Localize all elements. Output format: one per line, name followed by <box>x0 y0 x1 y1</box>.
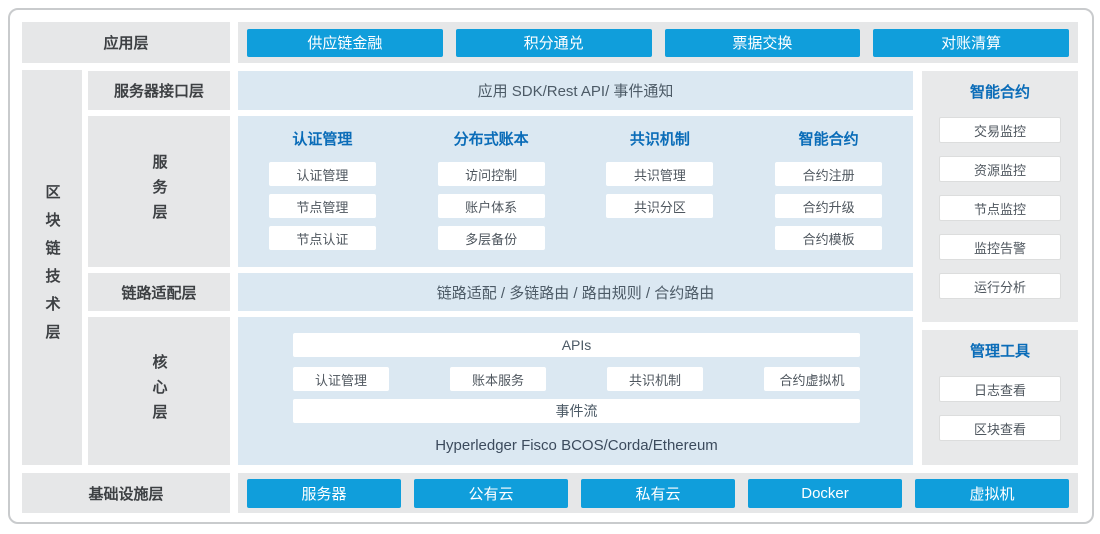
server-interface-layer-label: 服务器接口层 <box>88 71 230 110</box>
app-layer-button: 积分通兑 <box>456 29 652 57</box>
diagram-card: 应用层 供应链金融 积分通兑 票据交换 对账清算 区块链技术层 服务器接口层 服… <box>8 8 1094 524</box>
service-column-header: 智能合约 <box>799 130 859 150</box>
service-column: 智能合约 合约注册 合约升级 合约模板 <box>744 130 913 267</box>
infrastructure-button: 服务器 <box>247 479 401 508</box>
app-layer-button: 对账清算 <box>873 29 1069 57</box>
event-stream-bar: 事件流 <box>293 399 860 423</box>
service-layer-text: 服务层 <box>149 154 170 229</box>
core-module: 合约虚拟机 <box>764 367 860 391</box>
blockchain-architecture-diagram: 应用层 供应链金融 积分通兑 票据交换 对账清算 区块链技术层 服务器接口层 服… <box>0 0 1100 534</box>
platforms-text: Hyperledger Fisco BCOS/Corda/Ethereum <box>293 437 860 454</box>
sdk-api-band: 应用 SDK/Rest API/ 事件通知 <box>238 71 913 110</box>
service-layer-band: 认证管理 认证管理 节点管理 节点认证 分布式账本 <box>238 116 913 267</box>
smart-contract-panel-items: 交易监控 资源监控 节点监控 监控告警 运行分析 <box>939 117 1061 299</box>
service-item: 多层备份 <box>438 226 545 250</box>
service-column-items: 共识管理 共识分区 <box>606 162 713 218</box>
service-column-header: 共识机制 <box>630 130 690 150</box>
blockchain-tech-layer-label: 区块链技术层 <box>22 70 82 465</box>
core-layer-band: APIs 认证管理 账本服务 共识机制 合约虚拟机 事件流 Hyperledge… <box>238 317 913 465</box>
infrastructure-button: 公有云 <box>414 479 568 508</box>
link-adapter-band: 链路适配 / 多链路由 / 路由规则 / 合约路由 <box>238 273 913 311</box>
core-layer-label: 核心层 <box>88 317 230 465</box>
service-item: 合约注册 <box>775 162 882 186</box>
panel-item: 交易监控 <box>939 117 1061 143</box>
service-item: 认证管理 <box>269 162 376 186</box>
management-tools-panel-header: 管理工具 <box>970 342 1030 362</box>
management-tools-panel-items: 日志查看 区块查看 <box>939 376 1061 441</box>
service-item: 访问控制 <box>438 162 545 186</box>
core-layer-text: 核心层 <box>149 354 170 429</box>
infrastructure-layer-band: 服务器 公有云 私有云 Docker 虚拟机 <box>238 473 1078 513</box>
infrastructure-button: Docker <box>748 479 902 508</box>
management-tools-panel: 管理工具 日志查看 区块查看 <box>922 330 1078 465</box>
panel-item: 监控告警 <box>939 234 1061 260</box>
app-layer-band: 供应链金融 积分通兑 票据交换 对账清算 <box>238 22 1078 63</box>
service-item: 合约升级 <box>775 194 882 218</box>
service-item: 共识管理 <box>606 162 713 186</box>
infrastructure-layer-label: 基础设施层 <box>22 473 230 513</box>
core-modules-row: 认证管理 账本服务 共识机制 合约虚拟机 <box>293 367 860 391</box>
service-item: 节点认证 <box>269 226 376 250</box>
service-column-header: 认证管理 <box>292 130 352 150</box>
core-module: 认证管理 <box>293 367 389 391</box>
app-layer-button: 供应链金融 <box>247 29 443 57</box>
link-adapter-layer-label: 链路适配层 <box>88 273 230 311</box>
service-column: 共识机制 共识管理 共识分区 <box>576 130 745 267</box>
panel-item: 资源监控 <box>939 156 1061 182</box>
service-item: 账户体系 <box>438 194 545 218</box>
blockchain-tech-layer-text: 区块链技术层 <box>42 184 63 352</box>
service-column: 认证管理 认证管理 节点管理 节点认证 <box>238 130 407 267</box>
core-module: 共识机制 <box>607 367 703 391</box>
smart-contract-panel: 智能合约 交易监控 资源监控 节点监控 监控告警 运行分析 <box>922 71 1078 322</box>
service-item: 共识分区 <box>606 194 713 218</box>
smart-contract-panel-header: 智能合约 <box>970 83 1030 103</box>
panel-item: 节点监控 <box>939 195 1061 221</box>
core-module: 账本服务 <box>450 367 546 391</box>
service-column-items: 认证管理 节点管理 节点认证 <box>269 162 376 250</box>
panel-item: 日志查看 <box>939 376 1061 402</box>
service-column-items: 合约注册 合约升级 合约模板 <box>775 162 882 250</box>
panel-item: 运行分析 <box>939 273 1061 299</box>
service-column-header: 分布式账本 <box>454 130 529 150</box>
app-layer-button: 票据交换 <box>665 29 861 57</box>
service-item: 合约模板 <box>775 226 882 250</box>
app-layer-label: 应用层 <box>22 22 230 63</box>
service-column: 分布式账本 访问控制 账户体系 多层备份 <box>407 130 576 267</box>
service-layer-label: 服务层 <box>88 116 230 267</box>
apis-bar: APIs <box>293 333 860 357</box>
service-item: 节点管理 <box>269 194 376 218</box>
infrastructure-button: 私有云 <box>581 479 735 508</box>
infrastructure-button: 虚拟机 <box>915 479 1069 508</box>
panel-item: 区块查看 <box>939 415 1061 441</box>
service-column-items: 访问控制 账户体系 多层备份 <box>438 162 545 250</box>
